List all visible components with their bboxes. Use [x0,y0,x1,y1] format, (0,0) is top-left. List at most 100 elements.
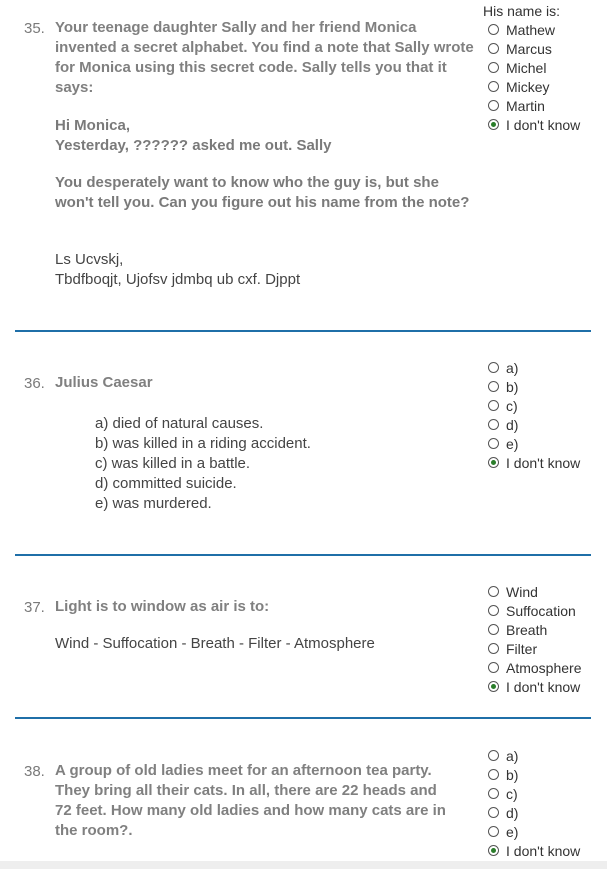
radio-option-c[interactable]: c) [488,396,580,415]
radio-label: Atmosphere [506,659,582,676]
radio-button-checked[interactable] [488,681,499,692]
radio-button[interactable] [488,381,499,392]
radio-option-dont-know[interactable]: I don't know [488,453,580,472]
radio-option-d[interactable]: d) [488,415,580,434]
radio-label: e) [506,435,519,452]
radio-option-dont-know[interactable]: I don't know [488,677,581,696]
note-line: Yesterday, ?????? asked me out. Sally [55,137,332,154]
answer-options-line: Wind - Suffocation - Breath - Filter - A… [55,635,375,652]
question-number: 37. [24,599,45,616]
radio-button[interactable] [488,788,499,799]
radio-option-marcus[interactable]: Marcus [488,39,580,58]
page-bottom-strip [0,861,607,869]
radio-label: I don't know [506,116,581,133]
question-text: Your teenage daughter Sally and her frie… [55,19,474,96]
question-number: 36. [24,375,45,392]
radio-button[interactable] [488,624,499,635]
radio-label: Filter [506,640,538,657]
radio-button[interactable] [488,769,499,780]
radio-button[interactable] [488,400,499,411]
radio-option-michel[interactable]: Michel [488,58,580,77]
question-number: 35. [24,20,45,37]
radio-button[interactable] [488,750,499,761]
answer-choices-list: a) died of natural causes. b) was killed… [95,414,311,514]
question-text: Light is to window as air is to: [55,598,270,615]
radio-button[interactable] [488,605,499,616]
radio-option-wind[interactable]: Wind [488,582,581,601]
radio-button[interactable] [488,43,499,54]
radio-button[interactable] [488,807,499,818]
radio-button[interactable] [488,100,499,111]
radio-button[interactable] [488,24,499,35]
radio-option-e[interactable]: e) [488,822,580,841]
radio-button-checked[interactable] [488,119,499,130]
note-line: Hi Monica, [55,117,131,134]
answer-radio-group: a) b) c) d) e) I don't know [488,358,580,472]
note-text: Hi Monica, Yesterday, ?????? asked me ou… [55,116,475,156]
radio-option-martin[interactable]: Martin [488,96,580,115]
answer-choice: e) was murdered. [95,495,212,512]
radio-label: e) [506,823,519,840]
radio-option-a[interactable]: a) [488,746,580,765]
answer-radio-group: a) b) c) d) e) I don't know [488,746,580,860]
radio-button-checked[interactable] [488,845,499,856]
radio-label: Martin [506,97,545,114]
radio-option-b[interactable]: b) [488,377,580,396]
answer-choice: d) committed suicide. [95,475,237,492]
code-line: Tbdfboqjt, Ujofsv jdmbq ub cxf. Djppt [55,271,301,288]
question-divider [15,717,591,719]
radio-button[interactable] [488,662,499,673]
radio-label: Suffocation [506,602,576,619]
radio-option-c[interactable]: c) [488,784,580,803]
radio-label: I don't know [506,454,581,471]
question-paragraph: You desperately want to know who the guy… [55,174,470,211]
code-text: Ls Ucvskj, Tbdfboqjt, Ujofsv jdmbq ub cx… [55,250,475,290]
radio-option-b[interactable]: b) [488,765,580,784]
radio-option-filter[interactable]: Filter [488,639,581,658]
radio-button[interactable] [488,419,499,430]
radio-option-a[interactable]: a) [488,358,580,377]
answer-choice: b) was killed in a riding accident. [95,435,311,452]
radio-button[interactable] [488,586,499,597]
radio-option-dont-know[interactable]: I don't know [488,115,580,134]
radio-option-suffocation[interactable]: Suffocation [488,601,581,620]
radio-button[interactable] [488,362,499,373]
radio-option-mathew[interactable]: Mathew [488,20,580,39]
radio-button[interactable] [488,438,499,449]
answer-choice: c) was killed in a battle. [95,455,251,472]
radio-label: Michel [506,59,547,76]
radio-label: Mathew [506,21,556,38]
radio-label: Mickey [506,78,550,95]
radio-option-d[interactable]: d) [488,803,580,822]
radio-option-e[interactable]: e) [488,434,580,453]
radio-option-breath[interactable]: Breath [488,620,581,639]
radio-label: I don't know [506,842,581,859]
radio-button[interactable] [488,62,499,73]
question-text: Julius Caesar [55,374,153,391]
question-divider [15,330,591,332]
radio-button[interactable] [488,81,499,92]
question-text: A group of old ladies meet for an aftern… [55,762,446,839]
radio-label: Wind [506,583,538,600]
code-line: Ls Ucvskj, [55,251,124,268]
radio-label: b) [506,766,519,783]
question-number: 38. [24,763,45,780]
radio-button-checked[interactable] [488,457,499,468]
radio-label: Breath [506,621,548,638]
radio-label: Marcus [506,40,552,57]
radio-button[interactable] [488,826,499,837]
radio-label: c) [506,785,518,802]
radio-label: I don't know [506,678,581,695]
radio-label: d) [506,416,519,433]
radio-option-dont-know[interactable]: I don't know [488,841,580,860]
radio-option-mickey[interactable]: Mickey [488,77,580,96]
radio-label: d) [506,804,519,821]
radio-button[interactable] [488,643,499,654]
radio-label: a) [506,359,519,376]
answer-radio-group: Wind Suffocation Breath Filter Atmospher… [488,582,581,696]
radio-label: a) [506,747,519,764]
question-divider [15,554,591,556]
answer-radio-group: His name is: Mathew Marcus Michel Mickey… [483,3,580,134]
radio-label: c) [506,397,518,414]
radio-option-atmosphere[interactable]: Atmosphere [488,658,581,677]
